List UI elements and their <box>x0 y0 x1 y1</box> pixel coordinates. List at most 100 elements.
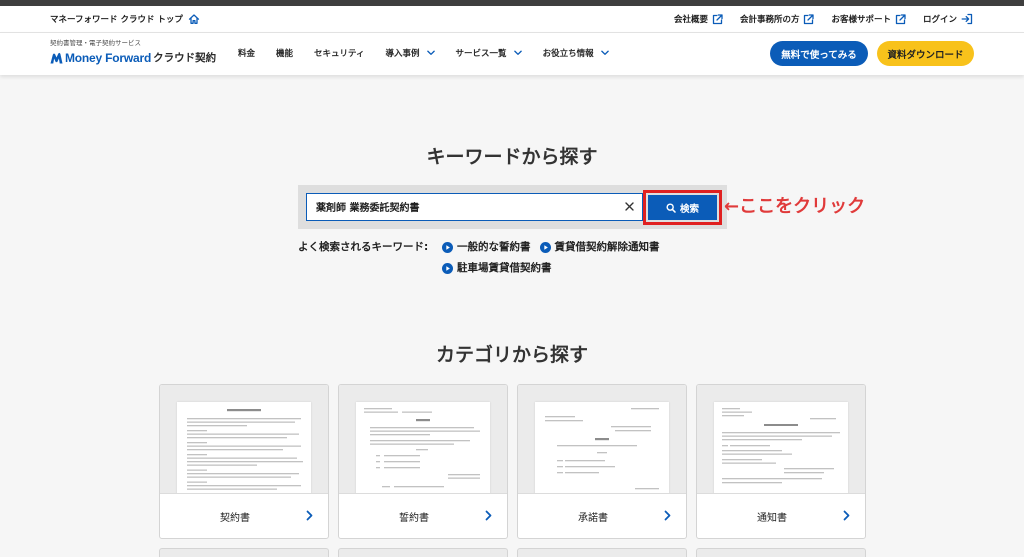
card-footer: 通知書 <box>697 494 865 538</box>
thumbnail-text-line <box>722 445 728 447</box>
thumbnail-text-line <box>187 418 301 420</box>
thumbnail-text-line <box>376 467 380 469</box>
thumbnail-title-line <box>227 409 261 412</box>
thumbnail-text-line <box>557 460 563 462</box>
thumbnail-text-line <box>187 481 207 483</box>
thumbnail-text-line <box>416 449 428 451</box>
accounting-firm-link[interactable]: 会計事務所の方 <box>740 13 815 25</box>
cloud-top-link[interactable]: マネーフォワード クラウド トップ <box>50 12 200 26</box>
play-circle-icon <box>442 241 453 253</box>
customer-support-link[interactable]: お客様サポート <box>831 13 906 25</box>
chevron-right-icon <box>485 510 492 521</box>
nav-item-resources[interactable]: お役立ち情報 <box>543 47 609 59</box>
category-card-pledge[interactable]: 誓約書 <box>338 384 508 539</box>
customer-support-link-label: お客様サポート <box>831 15 891 25</box>
category-card-contract[interactable]: 契約書 <box>159 384 329 539</box>
search-icon <box>666 202 676 213</box>
logo-wordmark: Money Forward クラウド契約 <box>50 50 216 65</box>
thumbnail-text-line <box>187 421 295 423</box>
logo[interactable]: 契約書管理・電子契約サービス Money Forward クラウド契約 <box>50 39 225 71</box>
card-footer: 契約書 <box>160 494 328 538</box>
category-cards: 契約書 誓約書 承諾書 通知書 <box>159 384 866 539</box>
thumbnail-text-line <box>730 445 770 447</box>
thumbnail-text-line <box>784 472 824 474</box>
category-card-partial[interactable] <box>696 548 866 557</box>
card-footer: 承諾書 <box>518 494 686 538</box>
thumbnail-text-line <box>187 461 303 463</box>
download-materials-button[interactable]: 資料ダウンロード <box>877 41 974 66</box>
thumbnail-text-line <box>722 435 832 437</box>
thumbnail-text-line <box>557 472 563 474</box>
company-link-label: 会社概要 <box>673 15 708 25</box>
search-button[interactable]: 検索 <box>648 195 717 220</box>
main-header: 契約書管理・電子契約サービス Money Forward クラウド契約 料金 機… <box>0 33 1024 75</box>
company-link[interactable]: 会社概要 <box>674 13 723 25</box>
popular-keywords-label: よく検索されるキーワード: <box>298 241 429 253</box>
play-circle-icon <box>442 262 453 274</box>
thumbnail-text-line <box>187 437 287 439</box>
category-card-partial[interactable] <box>517 548 687 557</box>
nav-item-security[interactable]: セキュリティ <box>314 47 365 59</box>
document-thumbnail <box>714 402 848 493</box>
thumbnail-text-line <box>722 432 840 434</box>
popular-keyword-label: 賃貸借契約解除通知書 <box>554 241 660 253</box>
free-trial-button[interactable]: 無料で使ってみる <box>770 41 868 66</box>
nav-item-pricing[interactable]: 料金 <box>238 47 255 59</box>
external-link-icon <box>712 13 723 24</box>
chevron-down-icon <box>600 50 609 55</box>
thumbnail-title-line <box>764 424 798 426</box>
home-icon <box>188 14 200 24</box>
thumbnail-text-line <box>187 454 207 456</box>
category-card-partial[interactable] <box>338 548 508 557</box>
thumbnail-text-line <box>187 476 291 478</box>
popular-keyword-label: 一般的な誓約書 <box>457 241 531 253</box>
nav-item-features[interactable]: 機能 <box>276 47 293 59</box>
category-card-notice[interactable]: 通知書 <box>696 384 866 539</box>
thumbnail-text-line <box>187 464 257 466</box>
thumbnail-text-line <box>722 482 782 484</box>
nav-item-services[interactable]: サービス一覧 <box>456 47 522 59</box>
clear-icon[interactable] <box>625 202 634 211</box>
click-here-annotation: ←ここをクリック <box>724 196 866 217</box>
popular-keyword-link[interactable]: 賃貸借契約解除通知書 <box>539 240 660 254</box>
thumbnail-text-line <box>370 427 474 429</box>
card-thumbnail-area <box>160 385 328 494</box>
thumbnail-text-line <box>370 434 430 436</box>
thumbnail-text-line <box>722 450 782 452</box>
thumbnail-text-line <box>722 462 776 464</box>
nav-item-label: 料金 <box>238 49 256 59</box>
category-card-label: 契約書 <box>220 512 250 524</box>
thumbnail-text-line <box>784 468 834 470</box>
category-card-partial[interactable] <box>159 548 329 557</box>
category-card-label: 通知書 <box>757 512 787 524</box>
thumbnail-text-line <box>370 440 470 442</box>
login-link[interactable]: ログイン <box>923 13 973 25</box>
main-nav: 料金 機能 セキュリティ 導入事例 サービス一覧 お役立ち情報 <box>238 46 609 60</box>
thumbnail-text-line <box>611 426 651 428</box>
nav-item-label: お役立ち情報 <box>542 49 594 59</box>
thumbnail-text-line <box>187 488 277 490</box>
thumbnail-text-line <box>187 485 301 487</box>
thumbnail-text-line <box>384 461 420 463</box>
thumbnail-text-line <box>187 433 299 435</box>
thumbnail-text-line <box>384 455 420 457</box>
popular-keyword-link[interactable]: 一般的な誓約書 <box>442 240 531 254</box>
category-card-label: 承諾書 <box>578 512 608 524</box>
category-search-heading: カテゴリから探す <box>435 344 588 366</box>
search-input[interactable] <box>307 194 617 219</box>
popular-keyword-link[interactable]: 駐車場賃貸借契約書 <box>442 261 552 275</box>
thumbnail-text-line <box>545 420 583 422</box>
thumbnail-text-line <box>565 466 615 468</box>
login-link-label: ログイン <box>922 15 957 25</box>
nav-item-label: サービス一覧 <box>455 49 507 59</box>
thumbnail-text-line <box>370 430 480 432</box>
nav-item-case-studies[interactable]: 導入事例 <box>386 47 435 59</box>
thumbnail-text-line <box>370 443 454 445</box>
thumbnail-text-line <box>448 477 480 479</box>
category-card-consent[interactable]: 承諾書 <box>517 384 687 539</box>
accounting-firm-link-label: 会計事務所の方 <box>739 15 800 25</box>
thumbnail-text-line <box>364 408 392 410</box>
thumbnail-text-line <box>722 408 740 410</box>
thumbnail-text-line <box>635 488 659 490</box>
play-circle-icon <box>539 241 551 253</box>
